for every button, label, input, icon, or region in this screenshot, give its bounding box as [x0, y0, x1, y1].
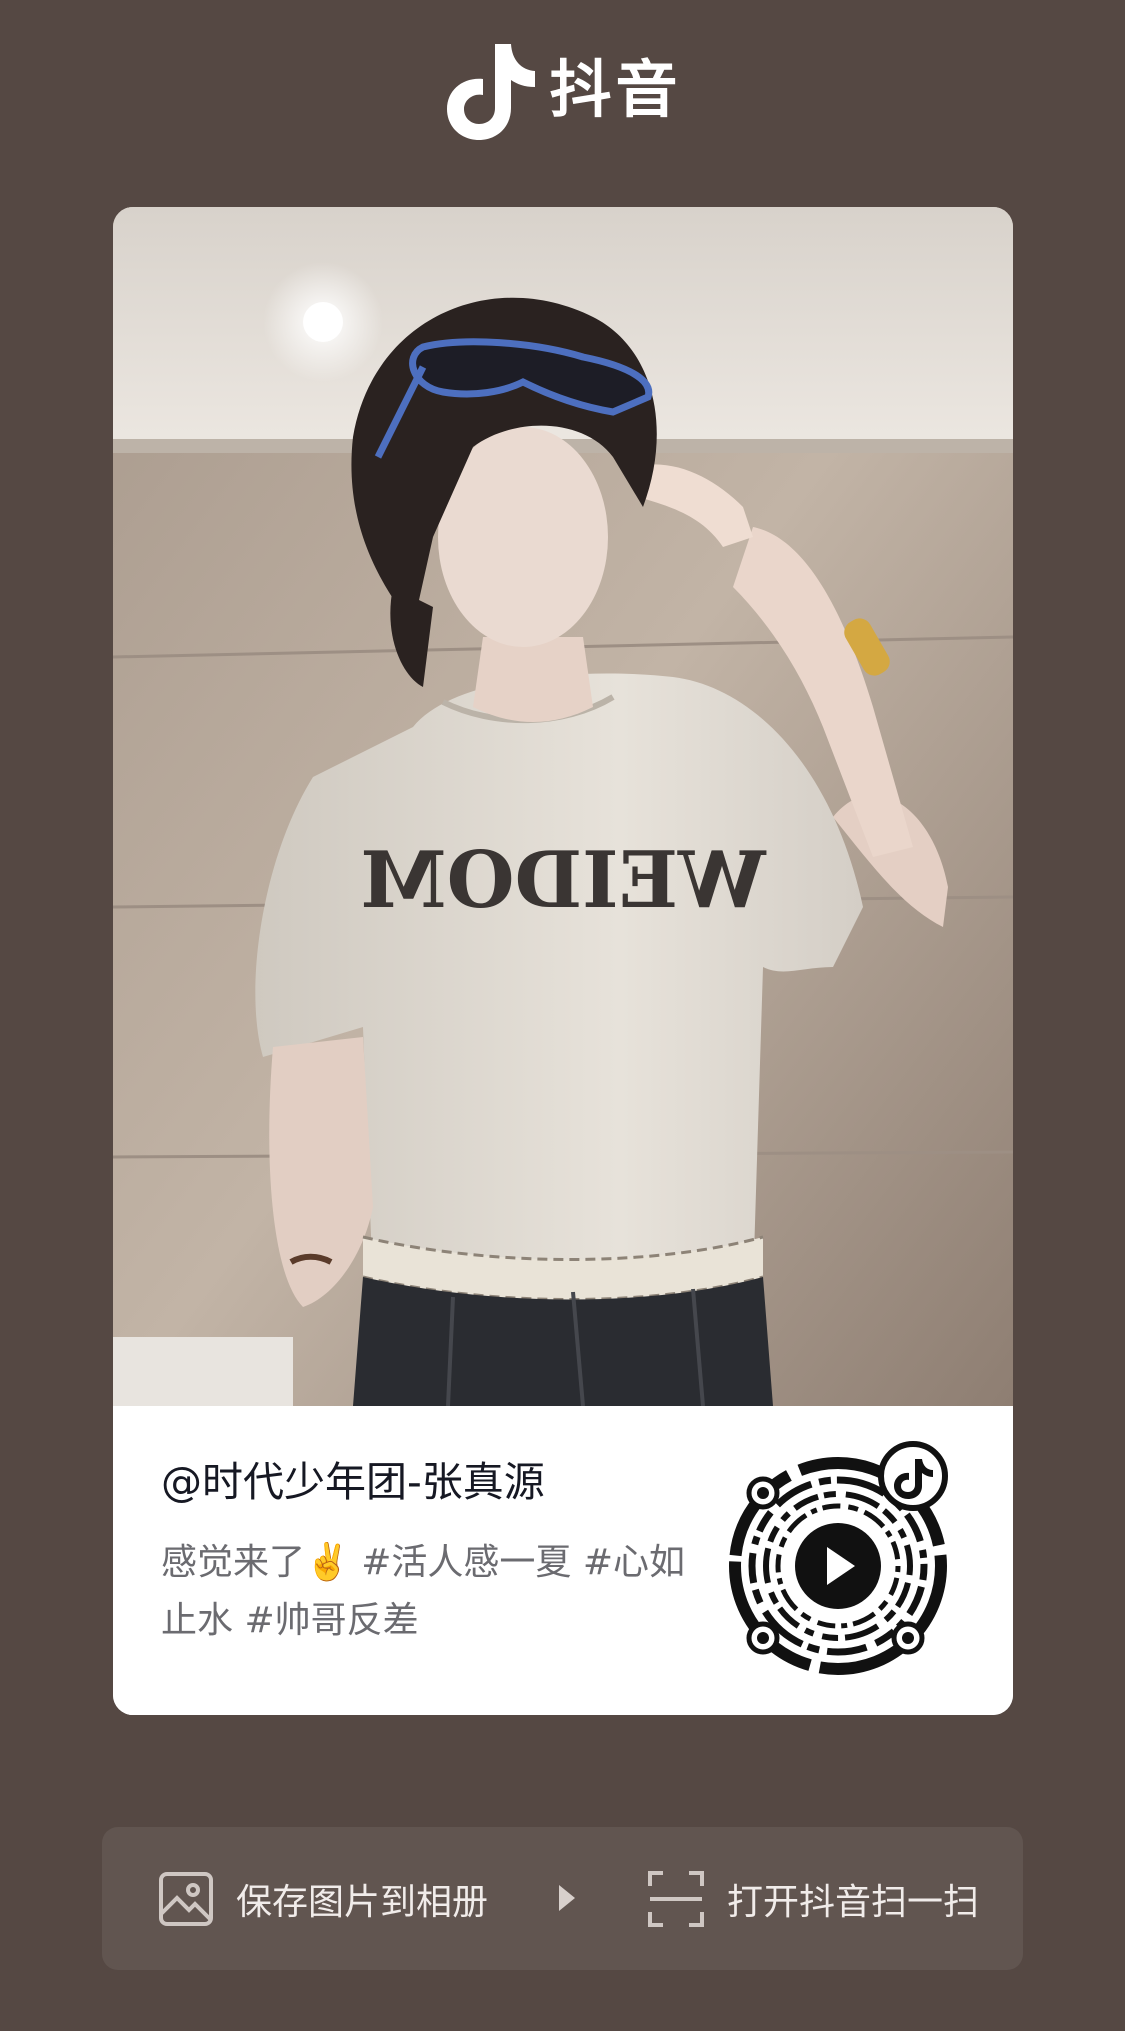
- image-icon: [158, 1871, 214, 1927]
- triangle-right-icon: [557, 1883, 577, 1917]
- scan-label: 打开抖音扫一扫: [727, 1881, 980, 1923]
- share-card: WEIDOM @时代少年团-张真源 感觉来了✌️ #活人感一夏 #心如止水 #帅…: [113, 207, 1013, 1715]
- brand-name: 抖音: [549, 53, 682, 126]
- douyin-qr-code: [728, 1441, 968, 1681]
- qr-anchor-top-left: [746, 1476, 780, 1510]
- brand-header: 抖音: [0, 34, 1125, 146]
- post-caption: 感觉来了✌️ #活人感一夏 #心如止水 #帅哥反差: [161, 1542, 686, 1641]
- save-image-button[interactable]: 保存图片到相册: [158, 1827, 488, 1970]
- video-cover-image: WEIDOM: [113, 207, 1013, 1406]
- douyin-note-icon: [878, 1441, 948, 1511]
- shirt-print: WEIDOM: [360, 835, 766, 926]
- save-image-label: 保存图片到相册: [236, 1881, 489, 1923]
- qr-anchor-bottom-right: [891, 1621, 925, 1655]
- open-scan-button[interactable]: 打开抖音扫一扫: [647, 1827, 979, 1970]
- action-bar: 保存图片到相册 打开抖音扫一扫: [102, 1827, 1023, 1970]
- post-info-panel: @时代少年团-张真源 感觉来了✌️ #活人感一夏 #心如止水 #帅哥反差: [113, 1406, 1013, 1715]
- author-name[interactable]: @时代少年团-张真源: [161, 1458, 721, 1507]
- scan-icon: [647, 1870, 705, 1928]
- qr-anchor-bottom-left: [746, 1621, 780, 1655]
- douyin-note-icon: [443, 38, 536, 142]
